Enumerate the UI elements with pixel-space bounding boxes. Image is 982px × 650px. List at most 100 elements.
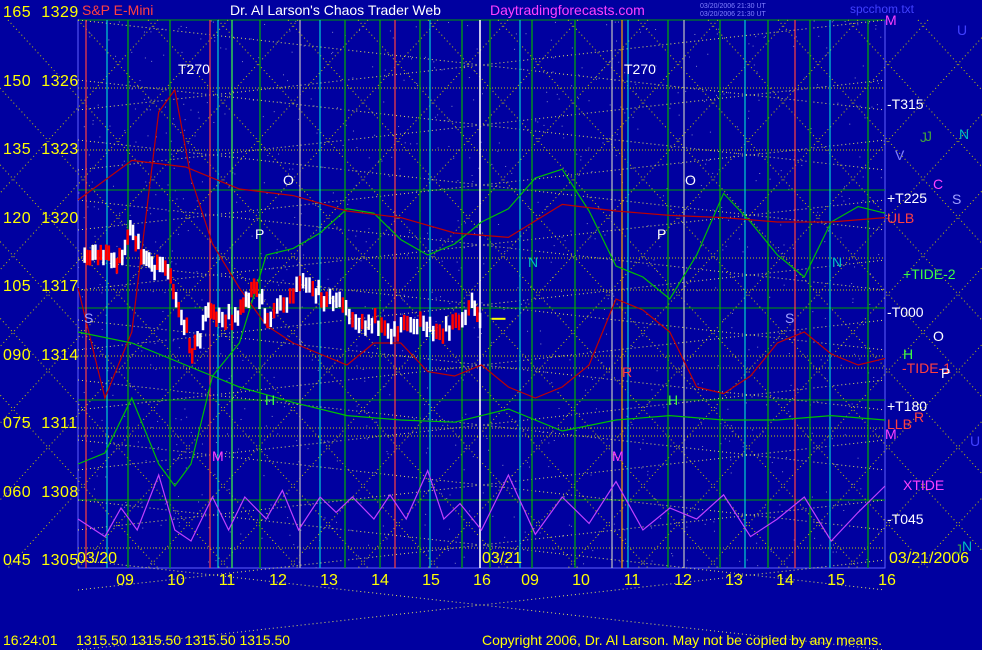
price-bar bbox=[357, 317, 361, 334]
speckle bbox=[723, 319, 725, 321]
y-tick-index: 090 bbox=[3, 346, 32, 364]
speckle bbox=[694, 212, 696, 214]
right-label: M bbox=[885, 12, 897, 28]
speckle bbox=[316, 132, 318, 134]
speckle bbox=[294, 216, 296, 218]
speckle bbox=[864, 117, 866, 119]
chart-annotation: T270 bbox=[178, 61, 210, 77]
speckle bbox=[332, 192, 334, 194]
price-bar bbox=[331, 295, 335, 312]
speckle bbox=[273, 111, 275, 113]
speckle bbox=[198, 501, 200, 503]
speckle bbox=[160, 524, 162, 526]
speckle bbox=[83, 126, 85, 128]
speckle bbox=[425, 513, 427, 515]
speckle bbox=[264, 299, 266, 301]
speckle bbox=[358, 30, 360, 32]
speckle bbox=[267, 154, 269, 156]
speckle bbox=[481, 302, 483, 304]
speckle bbox=[701, 382, 703, 384]
speckle bbox=[817, 211, 819, 213]
speckle bbox=[472, 180, 474, 182]
speckle bbox=[804, 77, 806, 79]
footer-copyright: Copyright 2006, Dr. Al Larson. May not b… bbox=[482, 632, 883, 648]
speckle bbox=[283, 74, 285, 76]
speckle bbox=[488, 449, 490, 451]
speckle bbox=[656, 370, 658, 372]
speckle bbox=[215, 560, 217, 562]
speckle bbox=[403, 294, 405, 296]
speckle bbox=[201, 443, 203, 445]
speckle bbox=[201, 181, 203, 183]
series-line-xtide bbox=[77, 468, 886, 542]
price-bar bbox=[204, 306, 207, 322]
speckle bbox=[131, 88, 133, 90]
speckle bbox=[454, 562, 456, 564]
speckle bbox=[699, 196, 701, 198]
speckle bbox=[79, 477, 81, 479]
speckle bbox=[818, 35, 820, 37]
speckle bbox=[631, 424, 633, 426]
speckle bbox=[546, 91, 548, 93]
site-link[interactable]: Daytradingforecasts.com bbox=[490, 2, 645, 18]
chart-title: Dr. Al Larson's Chaos Trader Web bbox=[230, 2, 441, 18]
speckle bbox=[87, 206, 89, 208]
price-bar bbox=[344, 299, 348, 316]
speckle bbox=[576, 153, 578, 155]
speckle bbox=[539, 330, 541, 332]
speckle bbox=[368, 544, 370, 546]
speckle bbox=[298, 461, 300, 463]
speckle bbox=[434, 67, 436, 69]
speckle bbox=[796, 388, 798, 390]
speckle bbox=[513, 516, 515, 518]
speckle bbox=[173, 517, 175, 519]
speckle bbox=[874, 428, 876, 430]
price-bar bbox=[305, 277, 308, 293]
date-left: 03/20 bbox=[77, 550, 118, 567]
price-bar bbox=[399, 317, 403, 333]
price-bar bbox=[212, 304, 215, 320]
speckle bbox=[324, 517, 326, 519]
speckle bbox=[677, 139, 679, 141]
speckle bbox=[200, 38, 202, 40]
speckle bbox=[848, 198, 850, 200]
speckle bbox=[553, 245, 555, 247]
price-bar bbox=[188, 337, 191, 354]
speckle bbox=[187, 230, 189, 232]
speckle bbox=[592, 378, 594, 380]
speckle bbox=[498, 142, 500, 144]
speckle bbox=[368, 157, 370, 159]
price-bar bbox=[258, 293, 261, 310]
speckle bbox=[468, 77, 470, 79]
speckle bbox=[545, 206, 547, 208]
speckle bbox=[605, 333, 607, 335]
speckle bbox=[92, 123, 94, 125]
speckle bbox=[708, 160, 710, 162]
speckle bbox=[297, 118, 299, 120]
speckle bbox=[410, 58, 412, 60]
speckle bbox=[677, 92, 679, 94]
speckle bbox=[229, 531, 231, 533]
speckle bbox=[381, 160, 383, 162]
y-tick-label: 165 1329 bbox=[3, 4, 79, 22]
speckle bbox=[724, 425, 726, 427]
speckle bbox=[446, 498, 448, 500]
speckle bbox=[833, 544, 835, 546]
chart-annotation: M bbox=[612, 448, 624, 464]
speckle bbox=[681, 370, 683, 372]
price-bar bbox=[311, 280, 314, 297]
price-bar bbox=[473, 300, 476, 316]
speckle bbox=[291, 51, 293, 53]
price-bar bbox=[180, 309, 183, 326]
y-tick-label: 090 1314 bbox=[3, 347, 79, 365]
x-tick-label: 15 bbox=[827, 572, 845, 589]
speckle bbox=[715, 287, 717, 289]
price-bar bbox=[409, 317, 412, 333]
speckle bbox=[287, 517, 289, 519]
speckle bbox=[112, 394, 114, 396]
speckle bbox=[876, 104, 878, 106]
speckle bbox=[825, 378, 827, 380]
price-bar bbox=[115, 258, 119, 274]
price-bar bbox=[161, 256, 164, 273]
speckle bbox=[558, 98, 560, 100]
